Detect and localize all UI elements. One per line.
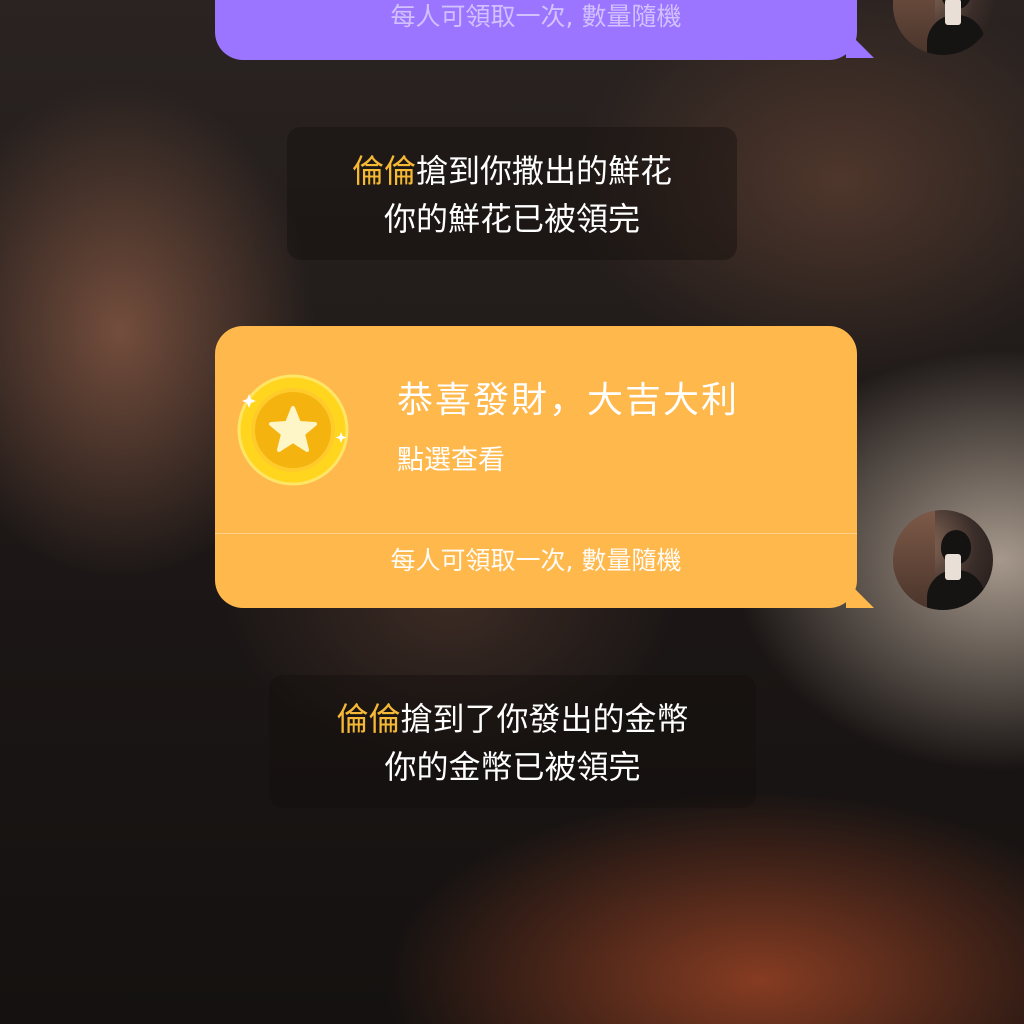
notice-coin-user-name: 倫倫 (336, 700, 401, 738)
chat-screen: 每人可領取一次, 數量隨機 倫倫搶到你撒出的鮮花 你的鮮花已被領完 恭喜發財，大… (0, 0, 1024, 1024)
red-packet-message-bubble[interactable]: 恭喜發財，大吉大利 點選查看 每人可領取一次, 數量隨機 (215, 326, 857, 608)
sender-avatar-top[interactable] (893, 0, 993, 55)
previous-gift-message-bubble[interactable]: 每人可領取一次, 數量隨機 (215, 0, 857, 60)
notice-flower-line-1: 倫倫搶到你撒出的鮮花 (287, 147, 737, 195)
notice-coin-line-2: 你的金幣已被領完 (384, 748, 641, 786)
red-packet-bubble-tail (846, 580, 874, 608)
previous-gift-bubble-tail (846, 30, 874, 58)
previous-gift-footer: 每人可領取一次, 數量隨機 (390, 2, 682, 31)
red-packet-view-link[interactable]: 點選查看 (397, 443, 505, 479)
notice-flower-line-2: 你的鮮花已被領完 (383, 200, 640, 238)
gold-star-coin-icon (237, 374, 349, 486)
red-packet-footer: 每人可領取一次, 數量隨機 (390, 546, 682, 575)
red-packet-title: 恭喜發財，大吉大利 (397, 380, 740, 421)
notice-flower-action-text: 搶到你撒出的鮮花 (416, 152, 673, 190)
notice-coin-action-text: 搶到了你發出的金幣 (400, 700, 689, 738)
notice-coin-line-1: 倫倫搶到了你發出的金幣 (269, 695, 756, 743)
notice-flower-user-name: 倫倫 (351, 152, 416, 190)
sender-avatar[interactable] (893, 510, 993, 610)
red-packet-divider (215, 533, 857, 534)
system-notice-coin: 倫倫搶到了你發出的金幣 你的金幣已被領完 (269, 675, 756, 808)
system-notice-flower: 倫倫搶到你撒出的鮮花 你的鮮花已被領完 (287, 127, 737, 260)
